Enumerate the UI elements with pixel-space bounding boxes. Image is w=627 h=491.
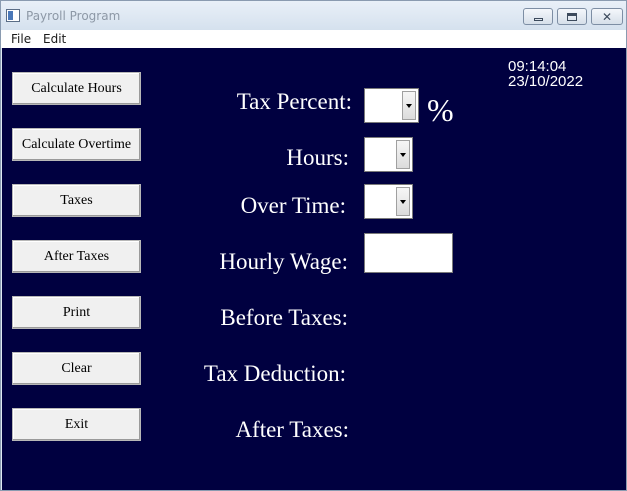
- tax-deduction-label: Tax Deduction:: [203, 361, 346, 386]
- app-icon: [6, 9, 20, 22]
- chevron-down-icon[interactable]: [396, 187, 410, 216]
- clock: 09:14:04 23/10/2022: [508, 59, 583, 89]
- minimize-icon: [533, 17, 543, 21]
- after-taxes-button[interactable]: After Taxes: [12, 240, 141, 273]
- hours-label: Hours:: [286, 145, 349, 170]
- percent-symbol: %: [427, 92, 454, 128]
- hours-combo[interactable]: [364, 137, 413, 172]
- maximize-button[interactable]: [557, 8, 587, 25]
- close-button[interactable]: ✕: [591, 8, 623, 25]
- clock-time: 09:14:04: [508, 58, 567, 75]
- exit-button[interactable]: Exit: [12, 408, 141, 441]
- payroll-window: Payroll Program ✕ File Edit 09:14:04 23/…: [0, 0, 627, 491]
- after-taxes-label: After Taxes:: [235, 417, 349, 442]
- minimize-button[interactable]: [523, 8, 553, 25]
- hourly-wage-label: Hourly Wage:: [219, 249, 348, 274]
- chevron-down-icon[interactable]: [396, 140, 410, 169]
- before-taxes-label: Before Taxes:: [220, 305, 348, 330]
- hourly-wage-input[interactable]: [364, 233, 453, 273]
- taxes-button[interactable]: Taxes: [12, 184, 141, 217]
- main-panel: 09:14:04 23/10/2022 Calculate Hours Calc…: [2, 48, 626, 490]
- tax-percent-combo[interactable]: [364, 88, 419, 123]
- print-button[interactable]: Print: [12, 296, 141, 329]
- chevron-down-icon[interactable]: [402, 91, 416, 120]
- overtime-label: Over Time:: [240, 193, 346, 218]
- menu-edit[interactable]: Edit: [43, 32, 66, 46]
- calculate-overtime-button[interactable]: Calculate Overtime: [12, 128, 141, 161]
- clear-button[interactable]: Clear: [12, 352, 141, 385]
- clock-date: 23/10/2022: [508, 73, 584, 90]
- tax-percent-label: Tax Percent:: [236, 89, 352, 114]
- overtime-combo[interactable]: [364, 184, 413, 219]
- maximize-icon: [567, 12, 577, 21]
- menu-file[interactable]: File: [11, 32, 31, 46]
- calculate-hours-button[interactable]: Calculate Hours: [12, 72, 141, 105]
- title-bar[interactable]: Payroll Program ✕: [1, 1, 626, 30]
- close-icon: ✕: [601, 9, 613, 24]
- window-title: Payroll Program: [26, 9, 121, 23]
- menu-bar: File Edit: [1, 30, 626, 48]
